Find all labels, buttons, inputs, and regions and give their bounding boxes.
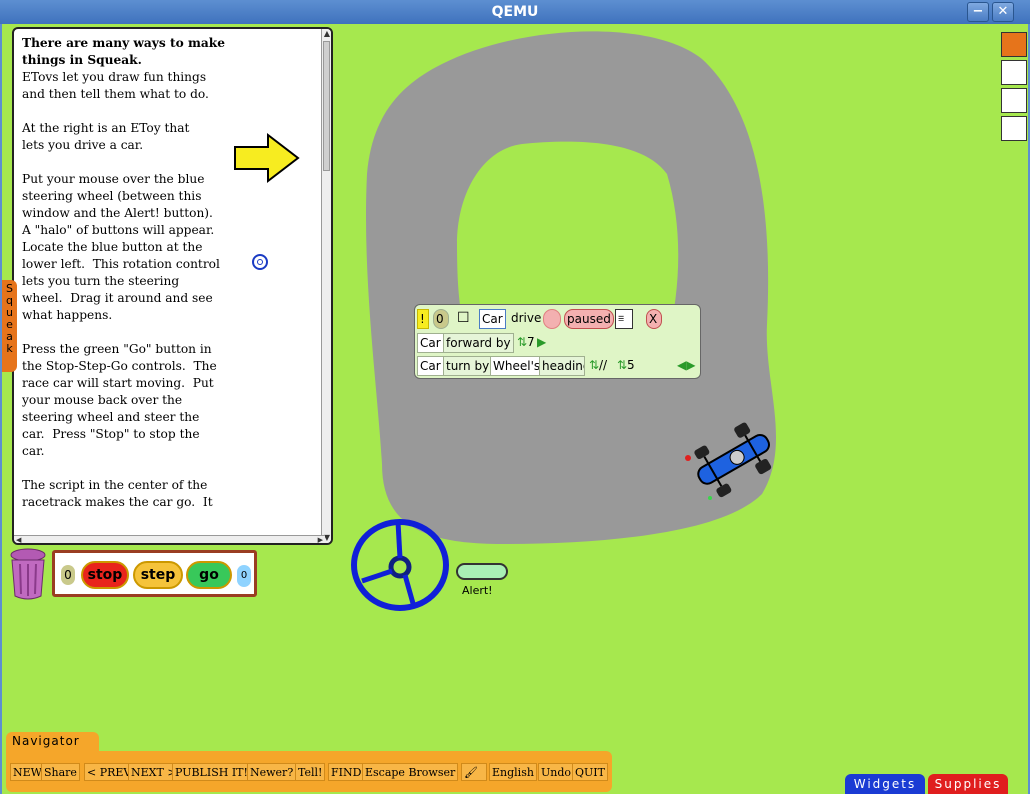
alert-button[interactable]	[456, 563, 508, 580]
script-clock-icon[interactable]	[543, 309, 561, 329]
close-icon[interactable]: ✕	[992, 2, 1014, 22]
turn-command-tile[interactable]: turn by	[443, 356, 493, 376]
navigator-tab[interactable]: Navigator	[6, 732, 99, 751]
pointing-arrow-icon[interactable]	[232, 132, 302, 184]
nav-prev-button[interactable]: < PREV	[84, 763, 135, 781]
button-thumbnail-icon[interactable]	[1001, 116, 1027, 141]
turn-source-tile[interactable]: Wheel's	[490, 356, 544, 376]
minimize-icon[interactable]: −	[967, 2, 989, 22]
script-object-tile[interactable]: Car	[479, 309, 506, 329]
nav-tell-button[interactable]: Tell!	[295, 763, 326, 781]
turn-value[interactable]: 5	[625, 356, 637, 376]
script-counter[interactable]: 0	[433, 309, 449, 329]
text-window-content[interactable]: There are many ways to make things in Sq…	[22, 35, 322, 511]
forward-arrow-icon[interactable]: ▶	[535, 333, 548, 353]
navigator-bar: NEW Share < PREV NEXT > PUBLISH IT! Newe…	[6, 751, 612, 792]
forward-object-tile[interactable]: Car	[417, 333, 444, 353]
nav-publish-button[interactable]: PUBLISH IT!	[172, 763, 251, 781]
text-window[interactable]: There are many ways to make things in Sq…	[12, 27, 333, 545]
go-button[interactable]: go	[186, 561, 232, 589]
nav-escape-browser-button[interactable]: Escape Browser	[362, 763, 459, 781]
text-body: ETovs let you draw fun things and then t…	[22, 70, 220, 509]
race-car-icon[interactable]	[682, 410, 786, 506]
supplies-flap-tab[interactable]: Supplies	[928, 774, 1008, 794]
ssg-counter[interactable]: 0	[61, 565, 75, 585]
scroll-left-icon[interactable]: ◀	[16, 536, 21, 543]
wheel-thumbnail-icon[interactable]	[1001, 88, 1027, 113]
step-button[interactable]: step	[133, 561, 183, 589]
forward-command-tile[interactable]: forward by	[443, 333, 514, 353]
widgets-flap-tab[interactable]: Widgets	[845, 774, 925, 794]
text-heading: There are many ways to make things in Sq…	[22, 36, 225, 67]
nav-language-button[interactable]: English	[489, 763, 537, 781]
squeak-flap-label: Squeak	[3, 282, 16, 354]
window-titlebar: QEMU − ✕	[0, 0, 1030, 24]
car-thumbnail-icon[interactable]	[1001, 60, 1027, 85]
nav-new-button[interactable]: NEW	[10, 763, 45, 781]
scroll-thumb[interactable]	[323, 41, 330, 171]
squeak-flap-tab[interactable]: Squeak	[2, 280, 17, 372]
turn-property-tile[interactable]: heading	[539, 356, 585, 376]
nav-quit-button[interactable]: QUIT	[572, 763, 608, 781]
script-close-button[interactable]: X	[646, 309, 662, 329]
stop-button[interactable]: stop	[81, 561, 129, 589]
script-status-button[interactable]: paused	[564, 309, 614, 329]
script-checkbox[interactable]: ☐	[455, 309, 470, 329]
turn-object-tile[interactable]: Car	[417, 356, 444, 376]
right-toolbar	[1001, 32, 1028, 144]
script-menu-icon[interactable]: ☰	[615, 309, 633, 329]
trash-icon[interactable]	[6, 546, 50, 602]
window-title: QEMU	[491, 4, 539, 20]
nav-find-button[interactable]: FIND	[328, 763, 365, 781]
nav-share-button[interactable]: Share	[41, 763, 80, 781]
scroll-right-icon[interactable]: ▶	[318, 536, 323, 543]
turn-operator[interactable]: //	[597, 356, 609, 376]
car-drive-script[interactable]: ! 0 ☐ Car drive paused ☰ X Car forward b…	[414, 304, 701, 379]
alert-label: Alert!	[462, 584, 493, 597]
nav-undo-button[interactable]: Undo	[538, 763, 575, 781]
expand-arrows-icon[interactable]: ◀▶	[675, 356, 697, 376]
stop-step-go-controls: 0 stop step go 0	[52, 550, 257, 597]
rotation-handle-icon[interactable]	[252, 254, 268, 270]
script-name[interactable]: drive	[509, 309, 543, 329]
paint-brush-icon[interactable]	[1001, 32, 1027, 57]
vertical-scrollbar[interactable]: ▲ ▼	[321, 29, 331, 543]
speed-control[interactable]: 0	[237, 565, 251, 587]
horizontal-scrollbar[interactable]: ◀ ▶	[14, 535, 325, 543]
nav-newer-button[interactable]: Newer?	[247, 763, 297, 781]
scroll-up-icon[interactable]: ▲	[322, 29, 331, 39]
script-bang-button[interactable]: !	[417, 309, 429, 329]
nav-paint-icon[interactable]: 🖌	[461, 763, 487, 781]
steering-wheel-icon[interactable]	[350, 515, 454, 613]
